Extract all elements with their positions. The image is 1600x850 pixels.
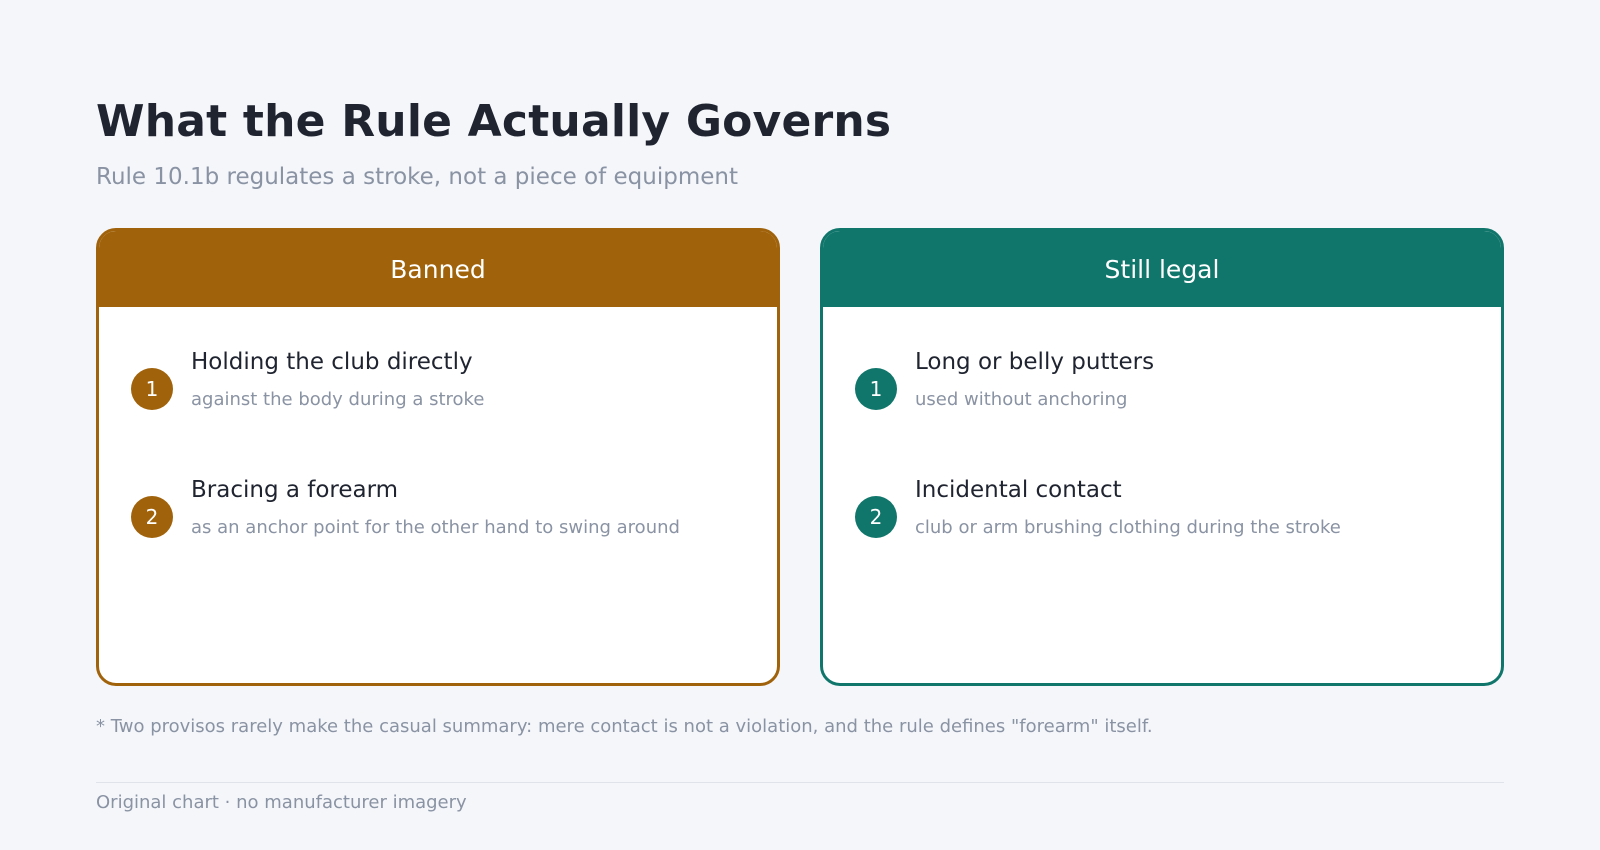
divider	[96, 782, 1504, 783]
number-badge: 1	[855, 368, 897, 410]
number-badge: 2	[131, 496, 173, 538]
legal-panel: Still legal 1 Long or belly putters used…	[820, 228, 1504, 686]
legal-item-1: 1 Long or belly putters used without anc…	[855, 349, 1481, 429]
source-note: Original chart · no manufacturer imagery	[96, 792, 467, 813]
page-title: What the Rule Actually Governs	[96, 96, 892, 147]
legal-item-2: 2 Incidental contact club or arm brushin…	[855, 477, 1481, 557]
item-title: Bracing a forearm	[191, 477, 399, 503]
banned-panel-heading: Banned	[390, 254, 486, 284]
item-title: Long or belly putters	[915, 349, 1155, 375]
number-badge: 1	[131, 368, 173, 410]
banned-panel: Banned 1 Holding the club directly again…	[96, 228, 780, 686]
banned-item-1: 1 Holding the club directly against the …	[131, 349, 757, 429]
diagram-page: What the Rule Actually Governs Rule 10.1…	[96, 0, 1504, 850]
item-detail: as an anchor point for the other hand to…	[191, 517, 680, 538]
item-title: Holding the club directly	[191, 349, 473, 375]
banned-panel-header: Banned	[99, 231, 777, 307]
footnote: * Two provisos rarely make the casual su…	[96, 716, 1153, 737]
item-detail: used without anchoring	[915, 389, 1128, 410]
legal-panel-header: Still legal	[823, 231, 1501, 307]
item-detail: club or arm brushing clothing during the…	[915, 517, 1341, 538]
number-badge: 2	[855, 496, 897, 538]
page-subtitle: Rule 10.1b regulates a stroke, not a pie…	[96, 164, 739, 190]
banned-item-2: 2 Bracing a forearm as an anchor point f…	[131, 477, 757, 557]
item-detail: against the body during a stroke	[191, 389, 485, 410]
item-title: Incidental contact	[915, 477, 1122, 503]
legal-panel-heading: Still legal	[1104, 254, 1220, 284]
